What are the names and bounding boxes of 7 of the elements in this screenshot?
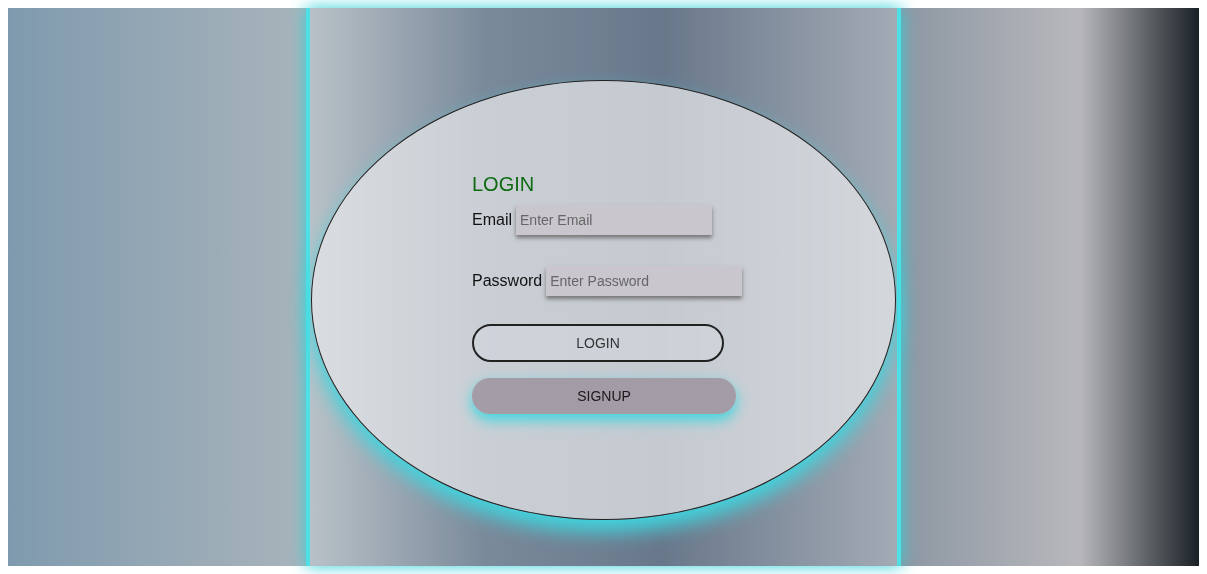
field-label: Password — [472, 271, 543, 291]
field-label: Email — [472, 210, 512, 230]
login-heading: LOGIN — [472, 172, 536, 197]
login-button[interactable]: LOGIN — [472, 324, 724, 362]
input-field[interactable]: Enter Email — [516, 205, 712, 235]
input-field[interactable]: Enter Password — [546, 266, 743, 296]
signup-button[interactable]: SIGNUP — [472, 378, 736, 414]
